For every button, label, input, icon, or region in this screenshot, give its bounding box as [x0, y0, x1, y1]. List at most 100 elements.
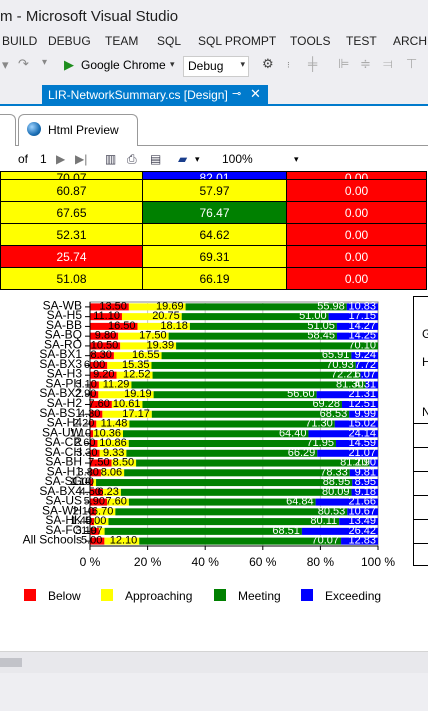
attach-icon[interactable]: ⚙ — [262, 56, 274, 72]
menu-test[interactable]: TEST — [346, 34, 377, 48]
menu-team[interactable]: TEAM — [105, 34, 138, 48]
page-setup-icon[interactable]: ▤ — [150, 152, 161, 166]
scrollbar-thumb[interactable] — [0, 658, 22, 667]
x-tick-label: 0 % — [80, 555, 101, 569]
table-rule — [414, 471, 428, 472]
page-of-label: of — [18, 152, 29, 166]
category-label: All Schools — [23, 533, 82, 547]
document-map-icon[interactable]: ▥ — [105, 152, 116, 166]
tab-html-preview[interactable]: Html Preview — [18, 114, 138, 146]
browser-label[interactable]: Google Chrome — [81, 58, 166, 72]
export-dropdown-icon[interactable]: ▾ — [195, 154, 200, 165]
data-label: 64.40 — [279, 427, 307, 439]
performance-chart: SA-WB 13.50 19.69 55.98 10.83 SA-H5 11.10 20.75… — [0, 296, 398, 606]
close-icon[interactable]: ✕ — [250, 86, 261, 102]
align-right-icon[interactable]: ⫤ — [383, 56, 393, 72]
adjacent-table-edge: G H N — [413, 296, 428, 566]
table-row: 25.74 69.31 0.00 — [0, 245, 427, 268]
document-tab[interactable]: LIR-NetworkSummary.cs [Design] ⊸ ✕ — [42, 85, 268, 106]
configuration-value: Debug — [188, 59, 224, 73]
horizontal-scrollbar[interactable] — [0, 651, 428, 673]
zoom-chevron-down-icon[interactable]: ▾ — [294, 154, 299, 165]
data-label: 66.29 — [288, 447, 316, 459]
print-layout-icon[interactable]: ⎙ — [127, 152, 137, 167]
table-cell: 64.62 — [142, 223, 287, 246]
data-label: 12.10 — [110, 535, 138, 547]
tab-html-preview-label: Html Preview — [48, 123, 119, 137]
cut-off-text-g: G — [422, 327, 428, 341]
bar-segment-meeting — [108, 518, 340, 526]
export-icon[interactable]: ▰ — [178, 152, 187, 166]
data-label: 80.09 — [322, 486, 350, 498]
tab-design[interactable] — [0, 114, 16, 146]
menu-build[interactable]: BUILD — [2, 34, 37, 48]
data-label: 5.00 — [81, 535, 102, 547]
grid-icon[interactable]: ╪ — [308, 56, 317, 71]
table-rule — [414, 543, 428, 544]
table-rule — [414, 447, 428, 448]
x-tick-label: 60 % — [249, 555, 277, 569]
legend-label-below: Below — [48, 589, 81, 603]
bar-segment-meeting — [151, 361, 356, 369]
table-cell: 76.47 — [142, 201, 287, 224]
table-row: 67.65 76.47 0.00 — [0, 201, 427, 224]
table-row: 52.31 64.62 0.00 — [0, 223, 427, 246]
align-center-icon[interactable]: ≑ — [360, 56, 371, 72]
data-label: 68.51 — [272, 525, 300, 537]
data-label: 56.60 — [287, 388, 315, 400]
legend-swatch-exceeding — [301, 589, 313, 601]
menu-sql[interactable]: SQL — [157, 34, 181, 48]
window-title: m - Microsoft Visual Studio — [0, 8, 179, 25]
redo-dropdown-icon[interactable]: ▾ — [42, 57, 47, 68]
designer-surface: Html Preview of 1 ▶ ▶| ▥ ⎙ ▤ ▰ ▾ 100% ▾ … — [0, 106, 428, 651]
menu-bar: BUILD DEBUG TEAM SQL SQL PROMPT TOOLS TE… — [0, 32, 428, 52]
pin-icon[interactable]: ⊸ — [232, 87, 241, 100]
table-cell: 82.01 — [142, 171, 287, 180]
data-label: 70.07 — [312, 535, 340, 547]
table-row: 51.08 66.19 0.00 — [0, 267, 427, 290]
undo-dropdown-icon[interactable]: ▾ — [2, 57, 9, 73]
standard-toolbar: ▾ ↷ ▾ ▶ Google Chrome ▾ Debug ▾ ⚙ ⁝ ╪ ⊫ … — [0, 52, 428, 82]
table-rule — [414, 423, 428, 424]
table-cell: 25.74 — [0, 245, 143, 268]
menu-tools[interactable]: TOOLS — [290, 34, 330, 48]
menu-sql-prompt[interactable]: SQL PROMPT — [198, 34, 276, 48]
table-cell: 0.00 — [286, 171, 427, 180]
redo-icon[interactable]: ↷ — [18, 56, 29, 72]
bar-segment-meeting — [124, 469, 350, 477]
table-cell: 66.19 — [142, 267, 287, 290]
zoom-select[interactable]: 100% — [222, 152, 253, 166]
report-viewer-toolbar: of 1 ▶ ▶| ▥ ⎙ ▤ ▰ ▾ 100% ▾ — [0, 148, 428, 170]
legend-swatch-below — [24, 589, 36, 601]
table-rule — [414, 495, 428, 496]
table-cell: 52.31 — [0, 223, 143, 246]
table-cell: 0.00 — [286, 223, 427, 246]
table-cell: 0.00 — [286, 267, 427, 290]
more-icon[interactable]: ⁝ — [287, 60, 290, 71]
bar-segment-meeting — [120, 488, 352, 496]
legend-label-meeting: Meeting — [238, 589, 281, 603]
table-cell: 0.00 — [286, 201, 427, 224]
x-tick-label: 20 % — [134, 555, 162, 569]
table-cell: 70.07 — [0, 171, 143, 180]
menu-debug[interactable]: DEBUG — [48, 34, 91, 48]
data-label: 71.30 — [305, 418, 333, 430]
legend-label-exceeding: Exceeding — [325, 589, 381, 603]
next-page-icon[interactable]: ▶ — [56, 152, 65, 166]
table-cell: 60.87 — [0, 179, 143, 202]
cut-off-text-h: H — [422, 355, 428, 369]
align-left-icon[interactable]: ⊫ — [338, 56, 349, 72]
align-top-icon[interactable]: ⊤ — [406, 56, 417, 72]
document-tab-label: LIR-NetworkSummary.cs [Design] — [48, 88, 228, 102]
bar-segment-meeting — [152, 371, 361, 379]
cut-off-text-n: N — [422, 405, 428, 419]
menu-archi[interactable]: ARCHI — [393, 34, 428, 48]
last-page-icon[interactable]: ▶| — [75, 152, 87, 166]
bar-segment-meeting — [96, 479, 353, 487]
page-number[interactable]: 1 — [40, 152, 47, 166]
configuration-select[interactable]: Debug ▾ — [183, 56, 249, 77]
start-debugging-icon[interactable]: ▶ — [64, 57, 74, 73]
data-label: 58.45 — [307, 330, 335, 342]
browser-dropdown-icon[interactable]: ▾ — [170, 59, 175, 70]
table-row: 60.87 57.97 0.00 — [0, 179, 427, 202]
